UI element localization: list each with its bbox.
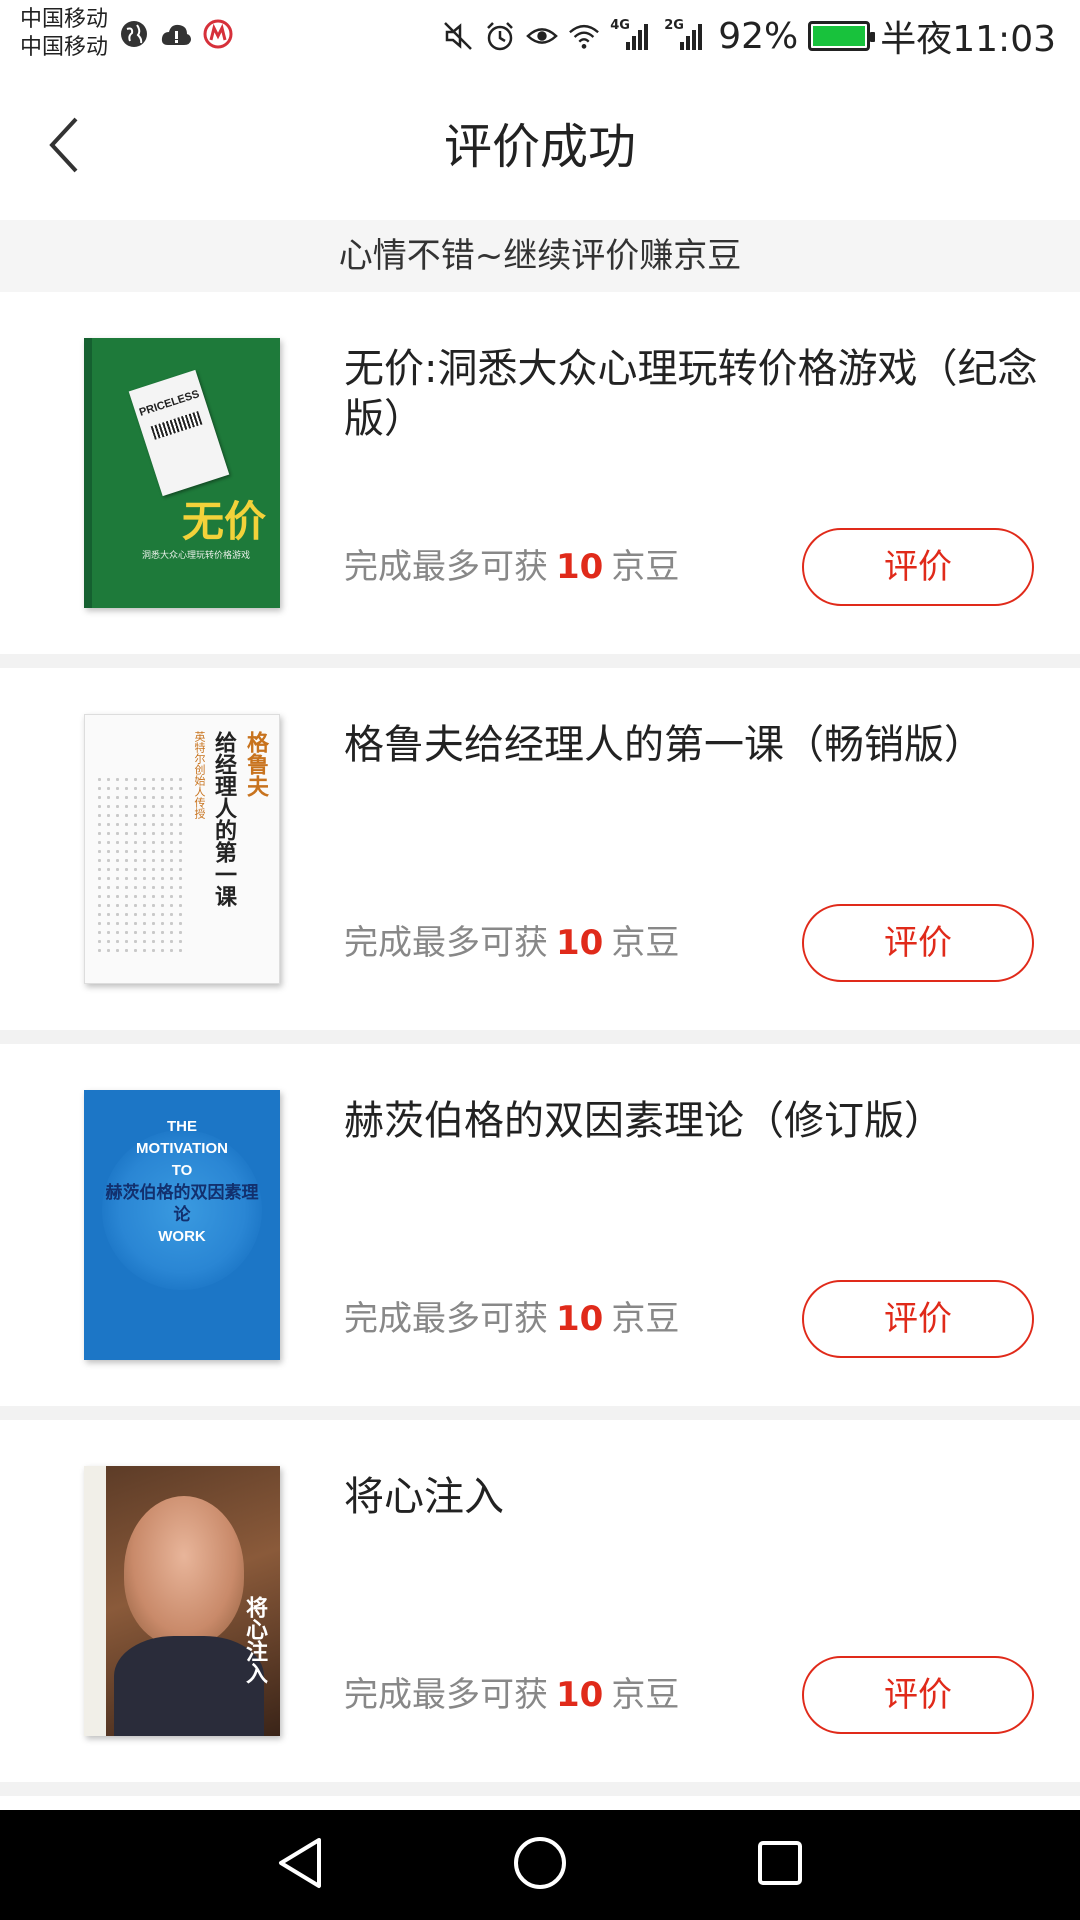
signal-2g-icon: 2G bbox=[664, 18, 708, 52]
reward-amount: 10 bbox=[556, 1299, 604, 1339]
reward-prefix: 完成最多可获 bbox=[344, 547, 548, 587]
product-list: PRICELESS 无价 洞悉大众心理玩转价格游戏 无价:洞悉大众心理玩转价格游… bbox=[0, 292, 1080, 1796]
app-logo-icon bbox=[202, 18, 234, 50]
carrier-1: 中国移动 bbox=[20, 7, 109, 32]
square-recents-icon bbox=[756, 1839, 804, 1891]
cover-title: 将心注入 bbox=[242, 1596, 267, 1684]
navigation-bar bbox=[0, 1810, 1080, 1920]
cover-line-1: THE bbox=[167, 1118, 197, 1135]
rate-button[interactable]: 评价 bbox=[802, 528, 1034, 606]
product-title[interactable]: 将心注入 bbox=[344, 1472, 1044, 1522]
reward-prefix: 完成最多可获 bbox=[344, 923, 548, 963]
cover-line-3: TO bbox=[171, 1162, 193, 1179]
product-title[interactable]: 赫茨伯格的双因素理论（修订版） bbox=[344, 1096, 1044, 1146]
clock: 半夜11:03 bbox=[880, 19, 1056, 60]
reward-amount: 10 bbox=[556, 923, 604, 963]
carrier-labels: 中国移动 中国移动 bbox=[20, 6, 108, 62]
cover-title: 给经理人的第一课 bbox=[211, 731, 236, 907]
book-cover-pour-your-heart[interactable]: 将心注入 bbox=[84, 1466, 280, 1736]
eye-icon bbox=[526, 20, 559, 52]
reward-amount: 10 bbox=[556, 1675, 604, 1715]
mute-icon bbox=[442, 20, 474, 52]
cover-title: 无价 bbox=[181, 497, 266, 546]
rate-button[interactable]: 评价 bbox=[802, 1280, 1034, 1358]
rate-button[interactable]: 评价 bbox=[802, 904, 1034, 982]
reward-unit: 京豆 bbox=[611, 923, 680, 963]
nav-back-button[interactable] bbox=[270, 1835, 330, 1895]
reward-unit: 京豆 bbox=[611, 1675, 680, 1715]
reward-text: 完成最多可获 10 京豆 bbox=[344, 1670, 679, 1720]
network-2-label: 2G bbox=[664, 18, 684, 33]
reward-prefix: 完成最多可获 bbox=[344, 1299, 548, 1339]
reward-amount: 10 bbox=[556, 547, 604, 587]
list-item: THE MOTIVATION TO 赫茨伯格的双因素理论 WORK 赫茨伯格的双… bbox=[0, 1044, 1080, 1420]
product-title[interactable]: 格鲁夫给经理人的第一课（畅销版） bbox=[344, 720, 1044, 770]
book-cover-priceless[interactable]: PRICELESS 无价 洞悉大众心理玩转价格游戏 bbox=[84, 338, 280, 608]
page-title: 评价成功 bbox=[443, 119, 636, 175]
list-item: 格鲁夫 给经理人的第一课 英特尔创始人传授 格鲁夫给经理人的第一课（畅销版） 完… bbox=[0, 668, 1080, 1044]
cover-top: 格鲁夫 bbox=[243, 731, 268, 797]
network-1-label: 4G bbox=[610, 18, 630, 33]
product-title[interactable]: 无价:洞悉大众心理玩转价格游戏（纪念版） bbox=[344, 344, 1044, 444]
cloud-alert-icon bbox=[160, 18, 192, 50]
nav-home-button[interactable] bbox=[510, 1835, 570, 1895]
cover-zh-title: 赫茨伯格的双因素理论 bbox=[105, 1183, 259, 1224]
cover-subtitle: 英特尔创始人传授 bbox=[193, 731, 206, 819]
circle-home-icon bbox=[512, 1835, 568, 1895]
system-indicators: 4G 2G 92% 半夜11:03 bbox=[442, 12, 1056, 60]
rate-button[interactable]: 评价 bbox=[802, 1656, 1034, 1734]
reward-prefix: 完成最多可获 bbox=[344, 1675, 548, 1715]
book-cover-grove[interactable]: 格鲁夫 给经理人的第一课 英特尔创始人传授 bbox=[84, 714, 280, 984]
wifi-icon bbox=[568, 20, 600, 52]
reward-unit: 京豆 bbox=[611, 547, 680, 587]
encouragement-banner: 心情不错~继续评价赚京豆 bbox=[0, 220, 1080, 292]
status-bar: 中国移动 中国移动 4G 2G 92% 半夜11:03 bbox=[0, 0, 1080, 72]
triangle-back-icon bbox=[275, 1836, 325, 1894]
list-item: 将心注入 将心注入 完成最多可获 10 京豆 评价 bbox=[0, 1420, 1080, 1796]
reward-unit: 京豆 bbox=[611, 1299, 680, 1339]
book-cover-motivation[interactable]: THE MOTIVATION TO 赫茨伯格的双因素理论 WORK bbox=[84, 1090, 280, 1360]
nav-recents-button[interactable] bbox=[750, 1835, 810, 1895]
globe-icon bbox=[118, 18, 150, 50]
cover-line-2: MOTIVATION bbox=[136, 1140, 228, 1157]
battery-icon bbox=[808, 21, 876, 51]
reward-text: 完成最多可获 10 京豆 bbox=[344, 542, 679, 592]
signal-4g-icon: 4G bbox=[610, 18, 654, 52]
battery-percent: 92% bbox=[718, 15, 799, 57]
carrier-2: 中国移动 bbox=[20, 35, 109, 60]
cover-line-4: WORK bbox=[158, 1228, 206, 1245]
cover-subtitle: 洞悉大众心理玩转价格游戏 bbox=[142, 551, 251, 561]
alarm-icon bbox=[484, 20, 516, 52]
reward-text: 完成最多可获 10 京豆 bbox=[344, 1294, 679, 1344]
header: 评价成功 bbox=[0, 72, 1080, 220]
notification-icons bbox=[118, 18, 234, 50]
list-item: PRICELESS 无价 洞悉大众心理玩转价格游戏 无价:洞悉大众心理玩转价格游… bbox=[0, 292, 1080, 668]
reward-text: 完成最多可获 10 京豆 bbox=[344, 918, 679, 968]
